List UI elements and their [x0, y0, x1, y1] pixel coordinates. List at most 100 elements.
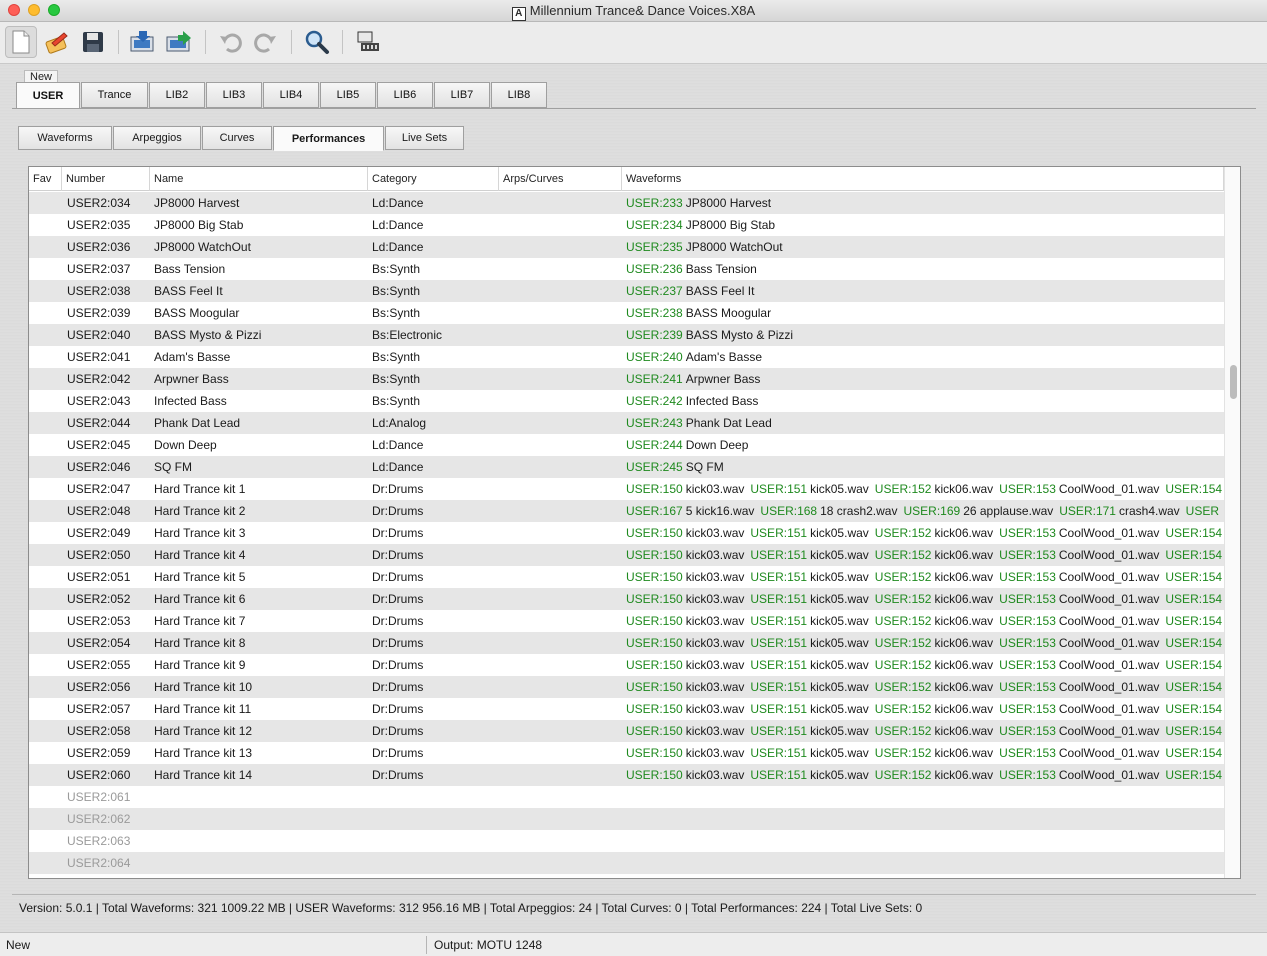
tab-lib5[interactable]: LIB5 — [320, 82, 376, 108]
waveform-id: USER:154 — [1165, 592, 1223, 606]
waveform-id: USER:154 — [1165, 768, 1223, 782]
waveform-id: USER:167 — [626, 504, 683, 518]
table-row[interactable]: USER2:051 Hard Trance kit 5 Dr:Drums USER:1… — [29, 566, 1224, 588]
waveform-name: Arpwner Bass — [685, 372, 761, 386]
table-row[interactable]: USER2:036 JP8000 WatchOut Ld:Dance USER:235… — [29, 236, 1224, 258]
waveform-name: kick05.wav — [810, 680, 869, 694]
waveform-name: kick06.wav — [934, 526, 994, 540]
table-row[interactable]: USER2:053 Hard Trance kit 7 Dr:Drums USER:1… — [29, 610, 1224, 632]
row-number: USER2:051 — [67, 570, 131, 584]
row-waveforms — [626, 852, 1224, 874]
table-row[interactable]: USER2:037 Bass Tension Bs:Synth USER:236 Bas… — [29, 258, 1224, 280]
tab-performances[interactable]: Performances — [273, 126, 384, 151]
table-row[interactable]: USER2:034 JP8000 Harvest Ld:Dance USER:233 J… — [29, 192, 1224, 214]
row-waveforms: USER:238 BASS Moogular — [626, 302, 1224, 324]
table-row[interactable]: USER2:052 Hard Trance kit 6 Dr:Drums USER:1… — [29, 588, 1224, 610]
waveform-name: kick03.wav — [685, 724, 745, 738]
table-row[interactable]: USER2:059 Hard Trance kit 13 Dr:Drums USER:… — [29, 742, 1224, 764]
waveform-id: USER:168 — [760, 504, 818, 518]
table-row[interactable]: USER2:055 Hard Trance kit 9 Dr:Drums USER:1… — [29, 654, 1224, 676]
column-header-arps-curves[interactable]: Arps/Curves — [499, 167, 622, 191]
table-row[interactable]: USER2:057 Hard Trance kit 11 Dr:Drums USER:… — [29, 698, 1224, 720]
table-row[interactable]: USER2:063 — [29, 830, 1224, 852]
waveform-id: USER:242 — [626, 394, 683, 408]
waveform-id: USER:154 — [1165, 658, 1223, 672]
table-row[interactable]: USER2:043 Infected Bass Bs:Synth USER:242 In… — [29, 390, 1224, 412]
waveform-id: USER:151 — [750, 592, 808, 606]
table-row[interactable]: USER2:038 BASS Feel It Bs:Synth USER:237 BAS… — [29, 280, 1224, 302]
column-header-fav[interactable]: Fav — [29, 167, 62, 191]
tab-lib6[interactable]: LIB6 — [377, 82, 433, 108]
waveform-name: kick06.wav — [934, 746, 994, 760]
tab-waveforms[interactable]: Waveforms — [18, 126, 112, 150]
tab-arpeggios[interactable]: Arpeggios — [113, 126, 201, 150]
table-row[interactable]: USER2:045 Down Deep Ld:Dance USER:244 Down D… — [29, 434, 1224, 456]
tab-curves[interactable]: Curves — [202, 126, 272, 150]
tab-lib4[interactable]: LIB4 — [263, 82, 319, 108]
table-row[interactable]: USER2:062 — [29, 808, 1224, 830]
waveform-id: USER:154 — [1165, 702, 1223, 716]
edit-button[interactable] — [41, 26, 73, 58]
table-row[interactable]: USER2:056 Hard Trance kit 10 Dr:Drums USER:… — [29, 676, 1224, 698]
table-row[interactable]: USER2:039 BASS Moogular Bs:Synth USER:238 BA… — [29, 302, 1224, 324]
tab-lib7[interactable]: LIB7 — [434, 82, 490, 108]
row-category: Bs:Synth — [372, 262, 421, 276]
search-button[interactable] — [301, 26, 333, 58]
row-category: Dr:Drums — [372, 680, 424, 694]
table-row[interactable]: USER2:048 Hard Trance kit 2 Dr:Drums USER:1… — [29, 500, 1224, 522]
waveform-id: USER:153 — [999, 636, 1056, 650]
scrollbar-thumb[interactable] — [1230, 365, 1237, 399]
table-row[interactable]: USER2:042 Arpwner Bass Bs:Synth USER:241 Arp… — [29, 368, 1224, 390]
table-row[interactable]: USER2:046 SQ FM Ld:Dance USER:245 SQ FM — [29, 456, 1224, 478]
library-summary: Version: 5.0.1 | Total Waveforms: 321 10… — [12, 894, 1256, 920]
tab-lib3[interactable]: LIB3 — [206, 82, 262, 108]
tab-lib8[interactable]: LIB8 — [491, 82, 547, 108]
tab-user[interactable]: USER — [16, 82, 80, 109]
new-document-button[interactable] — [5, 26, 37, 58]
waveform-id: USER:169 — [903, 504, 961, 518]
table-row[interactable]: USER2:060 Hard Trance kit 14 Dr:Drums USER:… — [29, 764, 1224, 786]
tab-lib2[interactable]: LIB2 — [149, 82, 205, 108]
redo-button[interactable] — [249, 26, 281, 58]
row-number: USER2:050 — [67, 548, 131, 562]
waveform-name: JP8000 Big Stab — [685, 218, 776, 232]
tab-trance[interactable]: Trance — [81, 82, 148, 108]
row-waveforms: USER:233 JP8000 Harvest — [626, 192, 1224, 214]
waveform-id: USER:239 — [626, 328, 683, 342]
column-header-number[interactable]: Number — [62, 167, 150, 191]
tab-live-sets[interactable]: Live Sets — [385, 126, 464, 150]
table-row[interactable]: USER2:035 JP8000 Big Stab Ld:Dance USER:234… — [29, 214, 1224, 236]
waveform-name: JP8000 WatchOut — [685, 240, 783, 254]
receive-button[interactable] — [127, 26, 159, 58]
row-waveforms: USER:150 kick03.wav USER:151 kick05.wav USER… — [626, 610, 1224, 632]
table-row[interactable]: USER2:061 — [29, 786, 1224, 808]
table-row[interactable]: USER2:058 Hard Trance kit 12 Dr:Drums USER:… — [29, 720, 1224, 742]
device-button[interactable] — [352, 26, 384, 58]
column-header-category[interactable]: Category — [368, 167, 499, 191]
waveform-id: USER:238 — [626, 306, 683, 320]
table-row[interactable]: USER2:054 Hard Trance kit 8 Dr:Drums USER:1… — [29, 632, 1224, 654]
column-header-name[interactable]: Name — [150, 167, 368, 191]
send-button[interactable] — [163, 26, 195, 58]
table-row[interactable]: USER2:044 Phank Dat Lead Ld:Analog USER:243… — [29, 412, 1224, 434]
row-waveforms — [626, 786, 1224, 808]
table-row[interactable]: USER2:047 Hard Trance kit 1 Dr:Drums USER:1… — [29, 478, 1224, 500]
table-row[interactable]: USER2:040 BASS Mysto & Pizzi Bs:Electronic… — [29, 324, 1224, 346]
table-row[interactable]: USER2:050 Hard Trance kit 4 Dr:Drums USER:1… — [29, 544, 1224, 566]
table-row[interactable]: USER2:049 Hard Trance kit 3 Dr:Drums USER:1… — [29, 522, 1224, 544]
waveform-id: USER:152 — [874, 702, 932, 716]
table-row[interactable]: USER2:041 Adam's Basse Bs:Synth USER:240 Ada… — [29, 346, 1224, 368]
waveform-id: USER:153 — [999, 658, 1056, 672]
undo-button[interactable] — [215, 26, 247, 58]
table-row[interactable]: USER2:064 — [29, 852, 1224, 874]
vertical-scrollbar[interactable] — [1224, 167, 1240, 878]
waveform-id: USER:150 — [626, 746, 683, 760]
waveform-name: kick06.wav — [934, 614, 994, 628]
waveform-id: USER:154 — [1165, 636, 1223, 650]
row-number: USER2:052 — [67, 592, 131, 606]
row-number: USER2:041 — [67, 350, 131, 364]
waveform-name: kick03.wav — [685, 570, 745, 584]
column-header-waveforms[interactable]: Waveforms — [622, 167, 1224, 191]
save-button[interactable] — [77, 26, 109, 58]
row-name: Hard Trance kit 5 — [154, 570, 246, 584]
